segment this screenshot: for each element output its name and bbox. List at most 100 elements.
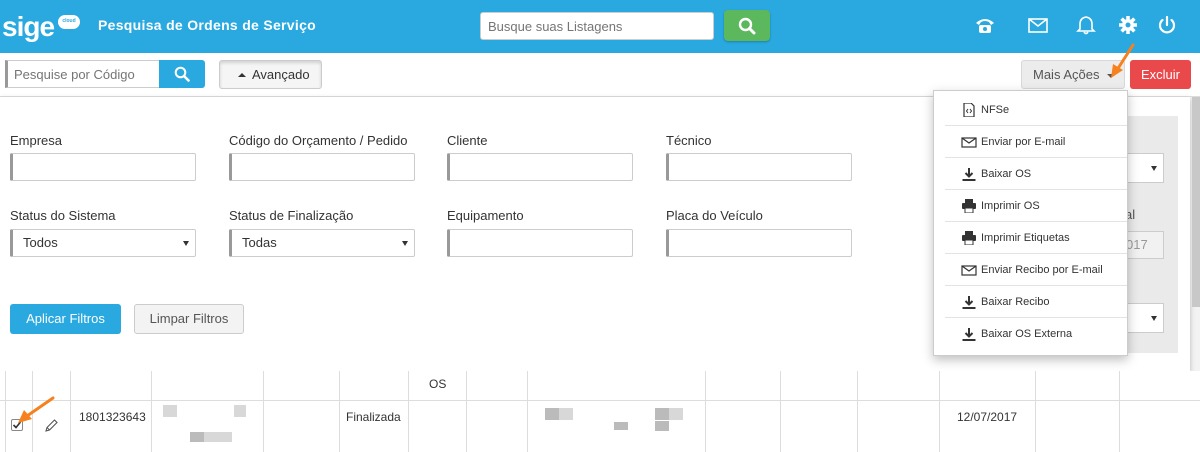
more-actions-label: Mais Ações: [1033, 67, 1100, 82]
menu-item-baixar-os-externa[interactable]: Baixar OS Externa: [945, 318, 1127, 350]
status-sistema-value: Todos: [23, 235, 58, 250]
status-sistema-select[interactable]: Todos: [10, 229, 196, 257]
chevron-down-icon: [1151, 316, 1157, 321]
menu-item-imprimir-os[interactable]: Imprimir OS: [945, 190, 1127, 222]
menu-item-label: Imprimir Etiquetas: [981, 232, 1070, 244]
menu-item-imprimir-etiquetas[interactable]: Imprimir Etiquetas: [945, 222, 1127, 254]
codigo-label: Código do Orçamento / Pedido: [229, 133, 408, 148]
orders-table: OS 1801323643 Finalizada 12/07/2017: [0, 371, 1200, 452]
column-divider: [857, 371, 858, 452]
advanced-label: Avançado: [252, 67, 310, 82]
redacted-cell: [234, 405, 246, 417]
file-code-icon: [963, 103, 975, 117]
tecnico-field[interactable]: [666, 153, 852, 181]
phone-icon: [976, 19, 994, 33]
menu-item-enviar-email[interactable]: Enviar por E-mail: [945, 126, 1127, 158]
redacted-cell: [545, 408, 559, 420]
logout-button[interactable]: [1156, 14, 1180, 38]
logo-badge: cloud: [62, 18, 76, 24]
caret-up-icon: [238, 73, 246, 77]
column-divider: [705, 371, 706, 452]
advanced-filter-toggle[interactable]: Avançado: [219, 60, 322, 89]
empresa-label: Empresa: [10, 133, 63, 148]
row-divider: [0, 400, 1200, 401]
chevron-down-icon: [1151, 166, 1157, 171]
messages-button[interactable]: [1027, 14, 1051, 38]
column-header-os: OS: [429, 377, 447, 391]
logo-text: sige: [2, 11, 55, 42]
code-search-button[interactable]: [159, 60, 205, 88]
placa-label: Placa do Veículo: [666, 208, 763, 223]
top-header: sige cloud Pesquisa de Ordens de Serviço: [0, 0, 1200, 53]
filter-side-column: al 017: [1125, 116, 1178, 353]
search-icon: [174, 66, 190, 82]
listing-search-button[interactable]: [724, 10, 770, 41]
menu-item-label: Imprimir OS: [981, 200, 1040, 212]
menu-item-label: Enviar Recibo por E-mail: [981, 264, 1103, 276]
redacted-cell: [669, 408, 683, 420]
annotation-arrow-icon: [1111, 43, 1135, 78]
mail-icon: [961, 137, 977, 148]
print-icon: [962, 231, 976, 245]
redacted-cell: [204, 432, 232, 442]
side-select[interactable]: [1126, 153, 1164, 183]
redacted-cell: [163, 405, 177, 417]
status-finalizada: Finalizada: [346, 410, 401, 424]
menu-item-nfse[interactable]: NFSe: [945, 94, 1127, 126]
column-divider: [263, 371, 264, 452]
mail-icon: [1028, 18, 1048, 33]
delete-button[interactable]: Excluir: [1130, 60, 1191, 89]
status-finalizacao-select[interactable]: Todas: [229, 229, 415, 257]
equipamento-label: Equipamento: [447, 208, 524, 223]
more-actions-menu: NFSe Enviar por E-mail Baixar OS Imprimi…: [933, 90, 1128, 356]
code-search-input[interactable]: [5, 60, 160, 88]
menu-item-enviar-recibo[interactable]: Enviar Recibo por E-mail: [945, 254, 1127, 286]
column-divider: [5, 371, 6, 452]
clear-filters-button[interactable]: Limpar Filtros: [134, 304, 244, 334]
placa-field[interactable]: [666, 229, 852, 257]
menu-item-baixar-recibo[interactable]: Baixar Recibo: [945, 286, 1127, 318]
phone-button[interactable]: [974, 14, 998, 38]
side-select[interactable]: [1126, 303, 1164, 333]
notifications-button[interactable]: [1075, 14, 1099, 38]
page-title: Pesquisa de Ordens de Serviço: [98, 17, 317, 33]
redacted-cell: [655, 408, 669, 420]
menu-item-label: NFSe: [981, 104, 1010, 116]
column-divider: [70, 371, 71, 452]
apply-filters-button[interactable]: Aplicar Filtros: [10, 304, 121, 334]
annotation-arrow-icon: [18, 396, 55, 423]
column-divider: [151, 371, 152, 452]
redacted-cell: [614, 422, 628, 430]
cliente-field[interactable]: [447, 153, 633, 181]
empresa-field[interactable]: [10, 153, 196, 181]
search-icon: [738, 17, 756, 35]
page-scrollbar[interactable]: [1192, 97, 1200, 307]
sige-logo[interactable]: sige cloud: [0, 7, 84, 47]
redacted-cell: [559, 408, 573, 420]
power-icon: [1158, 15, 1176, 34]
column-divider: [408, 371, 409, 452]
bell-icon: [1076, 16, 1096, 35]
equipamento-field[interactable]: [447, 229, 633, 257]
column-divider: [780, 371, 781, 452]
column-divider: [939, 371, 940, 452]
menu-item-label: Baixar OS Externa: [981, 328, 1073, 340]
codigo-field[interactable]: [229, 153, 415, 181]
redacted-cell: [190, 432, 204, 442]
column-divider: [339, 371, 340, 452]
status-finalizacao-value: Todas: [242, 235, 277, 250]
menu-item-label: Baixar OS: [981, 168, 1032, 180]
status-sistema-label: Status do Sistema: [10, 208, 116, 223]
column-divider: [1119, 371, 1120, 452]
status-finalizacao-label: Status de Finalização: [229, 208, 354, 223]
tecnico-label: Técnico: [666, 133, 712, 148]
cliente-label: Cliente: [447, 133, 488, 148]
column-divider: [1035, 371, 1036, 452]
side-date-field[interactable]: 017: [1126, 231, 1164, 259]
settings-button[interactable]: [1117, 14, 1141, 38]
gear-icon: [1119, 16, 1137, 34]
menu-item-baixar-os[interactable]: Baixar OS: [945, 158, 1127, 190]
column-divider: [527, 371, 528, 452]
listing-search-input[interactable]: [480, 12, 714, 40]
chevron-down-icon: [183, 241, 189, 246]
